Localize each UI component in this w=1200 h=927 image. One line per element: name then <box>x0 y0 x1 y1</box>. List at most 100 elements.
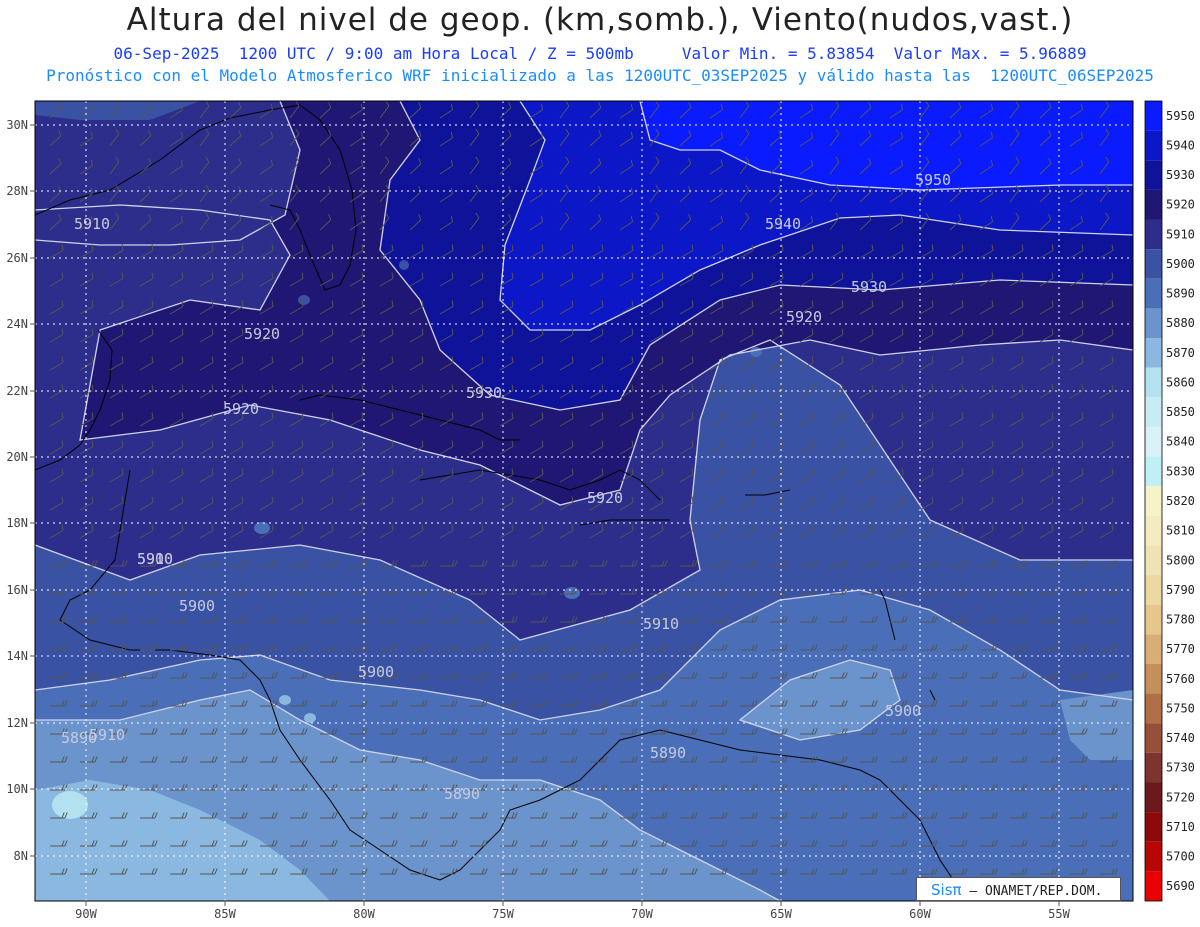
colorbar-swatch <box>1145 812 1162 842</box>
colorbar-level-label: 5760 <box>1166 672 1195 686</box>
colorbar-swatch <box>1145 249 1162 279</box>
lat-tick-label: 30N <box>6 118 28 132</box>
lon-tick-label: 60W <box>909 907 931 921</box>
lon-tick-label: 90W <box>75 907 97 921</box>
contour-label: 5900 <box>137 550 173 568</box>
colorbar-swatch <box>1145 663 1162 694</box>
colorbar-level-label: 5750 <box>1166 701 1195 715</box>
colorbar-level-label: 5890 <box>1166 287 1195 301</box>
colorbar-level-label: 5730 <box>1166 761 1195 775</box>
colorbar-swatch <box>1145 634 1162 664</box>
colorbar-swatch <box>1145 219 1162 250</box>
colorbar-level-label: 5910 <box>1166 227 1195 241</box>
colorbar-swatch <box>1145 752 1162 783</box>
colorbar-level-label: 5770 <box>1166 642 1195 656</box>
lat-tick-label: 22N <box>6 384 28 398</box>
lon-tick-label: 65W <box>770 907 792 921</box>
contour-label: 5890 <box>650 744 686 762</box>
colorbar-swatch <box>1145 456 1162 487</box>
latitude-labels: 30N 28N 26N 24N 22N 20N 18N 16N 14N 12N 10N 8N <box>6 118 35 863</box>
colorbar-level-label: 5820 <box>1166 494 1195 508</box>
watermark-org: ONAMET/REP.DOM. <box>985 884 1103 899</box>
colorbar-swatch <box>1145 160 1162 190</box>
contour-label: 5900 <box>885 702 921 720</box>
colorbar-level-label: 5940 <box>1166 138 1195 152</box>
colorbar-level-label: 5950 <box>1166 109 1195 123</box>
colorbar-swatch <box>1145 545 1162 576</box>
contour-label: 5900 <box>179 597 215 615</box>
colorbar-swatch <box>1145 486 1162 516</box>
colorbar-level-label: 5880 <box>1166 316 1195 330</box>
colorbar-level-label: 5700 <box>1166 850 1195 864</box>
contour-label: 5890 <box>444 785 480 803</box>
lat-tick-label: 12N <box>6 716 28 730</box>
lat-tick-label: 14N <box>6 649 28 663</box>
colorbar-swatch <box>1145 397 1162 427</box>
contour-label: 5910 <box>643 615 679 633</box>
lat-tick-label: 26N <box>6 251 28 265</box>
colorbar-swatch <box>1145 575 1162 605</box>
contour-label: 5920 <box>244 325 280 343</box>
contour-label: 5950 <box>915 171 951 189</box>
colorbar-swatch <box>1145 515 1162 546</box>
colorbar-swatch <box>1145 338 1162 368</box>
colorbar-swatch <box>1145 130 1162 161</box>
onamet-watermark: Sisπ – ONAMET/REP.DOM. <box>916 877 1121 901</box>
colorbar-level-label: 5850 <box>1166 405 1195 419</box>
colorbar: 5950 5940 5930 5920 5910 5900 5890 5880 5870 5860… <box>1144 100 1195 902</box>
colorbar-level-label: 5790 <box>1166 583 1195 597</box>
longitude-labels: 90W 85W 80W 75W 70W 65W 60W 55W <box>75 901 1071 921</box>
colorbar-level-label: 5830 <box>1166 464 1195 478</box>
colorbar-level-label: 5810 <box>1166 524 1195 538</box>
colorbar-level-label: 5720 <box>1166 790 1195 804</box>
lat-tick-label: 28N <box>6 184 28 198</box>
colorbar-swatch <box>1145 426 1162 457</box>
lon-tick-label: 55W <box>1048 907 1070 921</box>
colorbar-swatch <box>1145 782 1162 813</box>
lat-tick-label: 16N <box>6 583 28 597</box>
lon-tick-label: 80W <box>353 907 375 921</box>
colorbar-swatch <box>1145 367 1162 398</box>
colorbar-level-label: 5840 <box>1166 435 1195 449</box>
colorbar-swatch <box>1145 278 1162 309</box>
contour-label: 5940 <box>765 215 801 233</box>
lat-tick-label: 10N <box>6 782 28 796</box>
geopotential-map: 90W 85W 80W 75W 70W 65W 60W 55W 30N 28N 26N 24N 22N… <box>6 100 1195 921</box>
colorbar-level-label: 5860 <box>1166 375 1195 389</box>
contour-label: 5890 <box>61 729 97 747</box>
contour-label: 5920 <box>587 489 623 507</box>
lon-tick-label: 85W <box>214 907 236 921</box>
colorbar-level-label: 5800 <box>1166 553 1195 567</box>
colorbar-swatch <box>1145 308 1162 339</box>
sispi-logo: Sisπ <box>931 881 962 899</box>
colorbar-level-label: 5900 <box>1166 257 1195 271</box>
colorbar-level-label: 5870 <box>1166 346 1195 360</box>
lat-tick-label: 8N <box>14 849 28 863</box>
contour-label: 5930 <box>466 384 502 402</box>
colorbar-level-label: 5930 <box>1166 168 1195 182</box>
colorbar-swatch <box>1145 101 1162 131</box>
colorbar-level-label: 5710 <box>1166 820 1195 834</box>
colorbar-level-label: 5690 <box>1166 879 1195 893</box>
height-field <box>35 101 1133 901</box>
contour-label: 5920 <box>786 308 822 326</box>
contour-label: 5900 <box>358 663 394 681</box>
lat-tick-label: 18N <box>6 516 28 530</box>
colorbar-swatch <box>1145 693 1162 724</box>
lon-tick-label: 75W <box>492 907 514 921</box>
colorbar-swatch <box>1145 871 1162 901</box>
contour-label: 5910 <box>74 215 110 233</box>
colorbar-level-label: 5740 <box>1166 731 1195 745</box>
colorbar-swatch <box>1145 604 1162 635</box>
colorbar-level-label: 5920 <box>1166 198 1195 212</box>
lon-tick-label: 70W <box>631 907 653 921</box>
colorbar-swatch <box>1145 841 1162 872</box>
colorbar-level-label: 5780 <box>1166 613 1195 627</box>
watermark-dash: – <box>969 884 978 899</box>
colorbar-swatch <box>1145 723 1162 753</box>
contour-label: 5920 <box>223 400 259 418</box>
colorbar-swatch <box>1145 189 1162 220</box>
lat-tick-label: 20N <box>6 450 28 464</box>
lat-tick-label: 24N <box>6 317 28 331</box>
contour-label: 5930 <box>851 278 887 296</box>
